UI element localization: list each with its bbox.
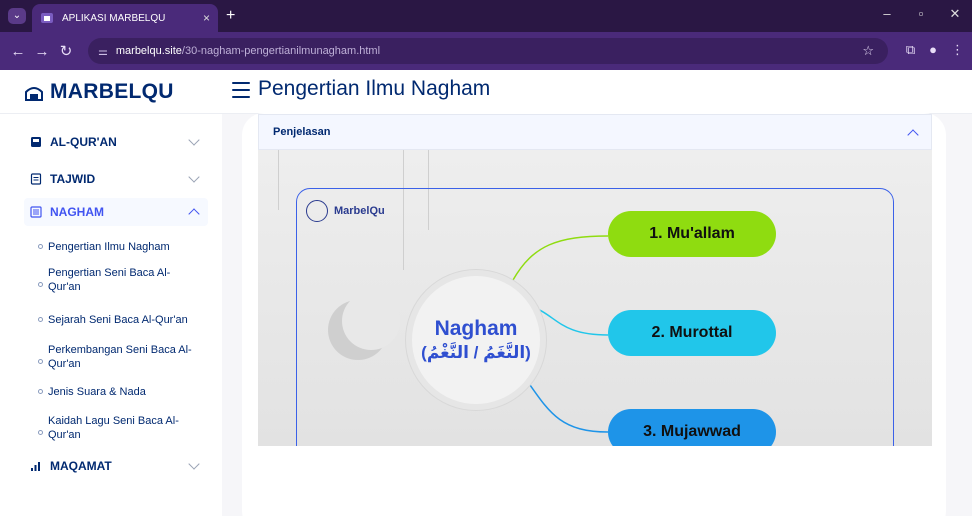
bookmark-star-icon[interactable]: ☆ [862,43,874,59]
submenu-item-perkembangan-seni-baca[interactable]: Perkembangan Seni Baca Al-Qur'an [38,343,198,371]
submenu-label: Perkembangan Seni Baca Al-Qur'an [48,344,192,370]
bullet-icon [38,317,43,322]
restore-icon[interactable]: ▫ [904,6,938,22]
chevron-down-icon [188,171,200,183]
document-icon [30,173,42,185]
menu-kebab-icon[interactable]: ⋮ [951,42,964,58]
sidebar-item-label: AL-QUR'AN [50,135,117,149]
tab-close-icon[interactable]: × [203,11,210,25]
tab-search-button[interactable]: ⌄ [8,8,26,24]
bullet-icon [38,430,43,435]
back-icon[interactable]: ← [6,43,30,60]
submenu-item-pengertian-seni-baca[interactable]: Pengertian Seni Baca Al-Qur'an [38,266,188,294]
forward-icon[interactable]: → [30,43,54,60]
submenu-label: Jenis Suara & Nada [48,386,146,398]
site-info-icon[interactable]: ⚌ [98,45,108,58]
window-close-icon[interactable]: ✕ [938,6,972,22]
submenu-item-sejarah-seni-baca[interactable]: Sejarah Seni Baca Al-Qur'an [38,313,208,327]
sidebar-toggle-icon[interactable] [232,82,250,98]
nagham-infographic: MarbelQu Nagham (النَّغَمُ / النَّغْمُ) … [258,150,932,446]
address-toolbar: ← → ↻ ⚌ marbelqu.site/30-nagham-pengerti… [0,32,972,70]
browser-tab-bar: ⌄ APLIKASI MARBELQU × + – ▫ ✕ [0,0,972,32]
bullet-icon [38,359,43,364]
extensions-icon[interactable]: ⧉ [906,42,915,58]
url-field[interactable]: ⚌ marbelqu.site/30-nagham-pengertianilmu… [88,38,888,64]
bullet-icon [38,389,43,394]
favicon-icon [40,11,54,25]
window-controls: – ▫ ✕ [870,6,972,22]
reload-icon[interactable]: ↻ [54,42,78,60]
sidebar-item-label: TAJWID [50,172,96,186]
accordion-label: Penjelasan [273,126,331,138]
submenu-label: Kaidah Lagu Seni Baca Al-Qur'an [48,415,179,441]
sidebar-item-maqamat[interactable]: MAQAMAT [24,452,208,480]
center-title: Nagham [434,317,518,340]
page-title: Pengertian Ilmu Nagham [258,77,491,100]
bar-chart-icon [30,460,42,472]
submenu-item-jenis-suara[interactable]: Jenis Suara & Nada [38,385,208,399]
list-icon [30,206,42,218]
url-path: /30-nagham-pengertianilmunagham.html [181,45,381,57]
accordion-header-penjelasan[interactable]: Penjelasan [258,114,932,150]
url-host: marbelqu.site [115,45,182,57]
chevron-down-icon [188,458,200,470]
chevron-up-icon [188,208,200,220]
chevron-down-icon [188,134,200,146]
book-icon [30,136,42,148]
branch-murottal: 2. Murottal [608,310,776,356]
submenu-label: Pengertian Seni Baca Al-Qur'an [48,267,171,293]
bullet-icon [38,282,43,287]
brand-logo[interactable]: MARBELQU [24,80,174,104]
minimize-icon[interactable]: – [870,6,904,22]
branch-connectors [512,235,609,433]
bullet-icon [38,244,43,249]
center-arabic: (النَّغَمُ / النَّغْمُ) [421,343,531,362]
sidebar-item-alquran[interactable]: AL-QUR'AN [24,128,208,156]
sidebar-item-label: MAQAMAT [50,459,112,473]
sidebar-item-label: NAGHAM [50,205,104,219]
sidebar-item-tajwid[interactable]: TAJWID [24,165,208,193]
profile-avatar-icon[interactable]: ● [929,42,937,58]
submenu-label: Pengertian Ilmu Nagham [48,241,170,253]
branch-muallam: 1. Mu'allam [608,211,776,257]
branch-mujawwad: 3. Mujawwad [608,409,776,446]
chevron-up-icon [907,129,919,141]
nagham-center-node: Nagham (النَّغَمُ / النَّغْمُ) [406,270,546,410]
mosque-logo-icon [25,87,43,101]
tab-title: APLIKASI MARBELQU [62,12,166,24]
sidebar: AL-QUR'AN TAJWID NAGHAM Pengertian Ilmu … [0,114,222,516]
submenu-item-pengertian-ilmu-nagham[interactable]: Pengertian Ilmu Nagham [38,240,208,254]
sidebar-item-nagham[interactable]: NAGHAM [24,198,208,226]
browser-tab[interactable]: APLIKASI MARBELQU × [32,4,218,32]
submenu-label: Sejarah Seni Baca Al-Qur'an [48,314,188,326]
toolbar-actions: ⧉ ● ⋮ [906,42,964,58]
submenu-item-kaidah-lagu[interactable]: Kaidah Lagu Seni Baca Al-Qur'an [38,414,188,442]
brand-name: MARBELQU [50,80,174,103]
new-tab-button[interactable]: + [226,8,235,24]
